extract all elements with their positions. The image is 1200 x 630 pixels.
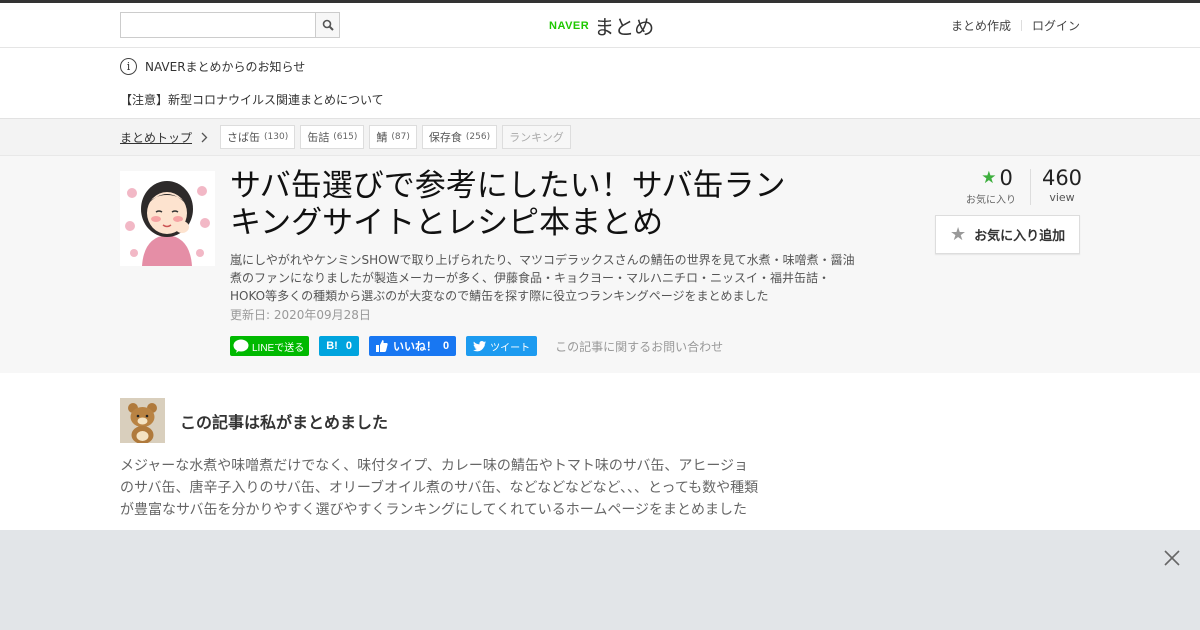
tag-count: (615): [333, 132, 358, 142]
tag-kanzume[interactable]: 缶詰 (615): [300, 125, 365, 149]
breadcrumb: まとめトップ さば缶 (130) 缶詰 (615) 鯖 (87) 保存食 (256) ラ…: [0, 118, 1200, 156]
star-icon: ★: [950, 224, 967, 245]
tweet-button[interactable]: ツイート: [466, 336, 538, 356]
author-text: メジャーな水煮や味噌煮だけでなく、味付タイプ、カレー味の鯖缶やトマト味のサバ缶、…: [120, 458, 759, 518]
add-favorite-label: お気に入り追加: [974, 229, 1066, 244]
author-avatar[interactable]: [120, 398, 165, 443]
create-matome-link[interactable]: まとめ作成: [951, 17, 1011, 34]
twitter-bird-icon: [473, 340, 487, 351]
article-header: サバ缶選びで参考にしたい！サバ缶ラン キングサイトとレシピ本まとめ 嵐にしやがれ…: [0, 156, 1200, 373]
view-stat: 460 view: [1031, 166, 1093, 206]
notice-message-link[interactable]: 【注意】新型コロナウイルス関連まとめについて: [120, 91, 384, 108]
tag-count: (256): [465, 132, 491, 142]
breadcrumb-top-link[interactable]: まとめトップ: [120, 129, 208, 146]
article-thumbnail[interactable]: [120, 171, 215, 266]
facebook-like-label: いいね！: [392, 341, 437, 353]
tweet-label: ツイート: [490, 342, 531, 354]
site-header: NAVER まとめ まとめ作成 ログイン: [0, 3, 1200, 48]
woman-illustration-icon: [120, 171, 215, 266]
breadcrumb-top-label: まとめトップ: [120, 131, 193, 145]
tag-saba[interactable]: 鯖 (87): [369, 125, 417, 149]
star-icon: ★: [981, 168, 997, 188]
tag-label: さば缶: [227, 131, 260, 144]
tag-count: (130): [264, 132, 289, 142]
hatena-label: B!: [326, 340, 338, 352]
title-line: サバ缶選びで参考にしたい！サバ缶ラン: [230, 168, 786, 204]
search-input[interactable]: [120, 12, 315, 38]
tag-count: (87): [391, 132, 410, 142]
line-share-button[interactable]: LINEで送る: [230, 336, 310, 356]
facebook-like-button[interactable]: いいね！ 0: [368, 336, 457, 356]
tag-ranking[interactable]: ランキング: [502, 125, 571, 149]
page-title: サバ缶選びで参考にしたい！サバ缶ラン キングサイトとレシピ本まとめ: [230, 168, 850, 242]
hatena-bookmark-button[interactable]: B! 0: [319, 336, 359, 356]
logo-naver: NAVER: [549, 19, 590, 32]
header-link-divider: [1020, 20, 1022, 31]
title-line: キングサイトとレシピ本まとめ: [230, 205, 664, 241]
author-section: この記事は私がまとめました メジャーな水煮や味噌煮だけでなく、味付タイプ、カレー…: [0, 373, 1200, 530]
notice-title: NAVERまとめからのお知らせ: [145, 60, 306, 74]
line-share-label: LINEで送る: [252, 342, 305, 354]
article-description: 嵐にしやがれやケンミンSHOWで取り上げられたり、マツコデラックスさんの鯖缶の世…: [230, 253, 855, 303]
favorite-label: お気に入り: [966, 195, 1016, 206]
notice-area: i NAVERまとめからのお知らせ 【注意】新型コロナウイルス関連まとめについて: [0, 48, 1200, 118]
tag-label: 缶詰: [307, 131, 330, 144]
favorite-stat: ★ 0 お気に入り: [964, 166, 1030, 206]
article-stats: ★ 0 お気に入り 460 view: [964, 166, 1093, 206]
hatena-count: 0: [345, 340, 352, 352]
tag-hozonshoku[interactable]: 保存食 (256): [421, 125, 498, 149]
facebook-like-count: 0: [442, 340, 450, 352]
site-logo[interactable]: NAVER まとめ: [549, 11, 654, 40]
favorite-count-row: ★ 0: [964, 166, 1030, 190]
login-link[interactable]: ログイン: [1032, 17, 1080, 34]
view-label: view: [1049, 191, 1075, 204]
tag-label: 鯖: [376, 131, 388, 144]
notice-title-row: i NAVERまとめからのお知らせ: [120, 58, 305, 75]
search-box: [120, 12, 340, 38]
header-links: まとめ作成 ログイン: [951, 17, 1080, 34]
contact-link[interactable]: この記事に関するお問い合わせ: [555, 338, 723, 355]
bear-avatar-icon: [120, 398, 165, 443]
tag-list: さば缶 (130) 缶詰 (615) 鯖 (87) 保存食 (256) ランキング: [220, 125, 576, 149]
favorite-count: 0: [999, 166, 1013, 190]
close-icon[interactable]: [1162, 548, 1182, 568]
chevron-right-icon: [201, 132, 208, 143]
ad-overlay: [0, 530, 1200, 630]
tag-sabakan[interactable]: さば缶 (130): [220, 125, 296, 149]
facebook-thumb-icon: [375, 340, 388, 352]
author-heading: この記事は私がまとめました: [180, 413, 389, 432]
search-icon: [322, 19, 334, 31]
share-buttons: LINEで送る B! 0 いいね！ 0 ツイート この記事に関するお問い合わせ: [230, 336, 723, 356]
view-count: 460: [1041, 166, 1083, 190]
logo-matome: まとめ: [594, 15, 655, 39]
add-favorite-button[interactable]: ★ お気に入り追加: [935, 215, 1080, 254]
line-icon: [233, 339, 249, 353]
info-icon: i: [120, 58, 137, 75]
updated-date: 更新日: 2020年09月28日: [230, 308, 371, 322]
tag-label: 保存食: [428, 131, 462, 144]
search-button[interactable]: [315, 12, 340, 38]
